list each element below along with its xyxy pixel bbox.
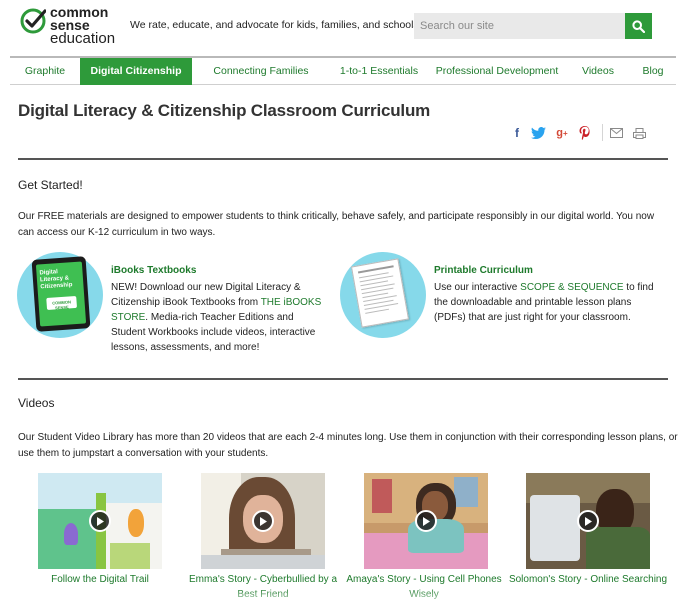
video-thumbnail-solomon[interactable] <box>526 473 650 569</box>
video-thumbnail-digital-trail[interactable] <box>38 473 162 569</box>
videos-intro: Our Student Video Library has more than … <box>18 432 678 459</box>
play-icon <box>252 510 274 532</box>
common-sense-logo[interactable]: common sense education <box>20 5 120 50</box>
logo-line-3: education <box>50 30 116 47</box>
play-icon <box>89 510 111 532</box>
tablet-title: Digital Literacy & Citizenship <box>39 269 73 291</box>
nav-item-videos[interactable]: Videos <box>566 58 630 85</box>
get-started-heading: Get Started! <box>18 178 83 192</box>
twitter-icon[interactable] <box>530 126 546 140</box>
ibooks-description: NEW! Download our new Digital Literacy &… <box>111 280 326 355</box>
page-title: Digital Literacy & Citizenship Classroom… <box>18 101 431 120</box>
divider-top <box>18 158 668 160</box>
divider-middle <box>18 378 668 380</box>
printable-description: Use our interactive SCOPE & SEQUENCE to … <box>434 280 654 325</box>
videos-heading: Videos <box>18 396 55 410</box>
tablet-image: Digital Literacy & Citizenship COMMON SE… <box>31 256 91 332</box>
play-icon <box>577 510 599 532</box>
nav-item-digital-citizenship[interactable]: Digital Citizenship <box>80 58 192 85</box>
google-plus-icon[interactable]: g + <box>553 126 571 140</box>
ibooks-illustration[interactable]: Digital Literacy & Citizenship COMMON SE… <box>17 252 103 338</box>
video-thumbnail-amaya[interactable] <box>364 473 488 569</box>
printable-illustration[interactable] <box>340 252 426 338</box>
video-caption-emma[interactable]: Emma's Story - Cyberbullied by a Best Fr… <box>178 572 348 602</box>
play-icon <box>415 510 437 532</box>
facebook-icon[interactable]: f <box>511 126 523 140</box>
get-started-intro: Our FREE materials are designed to empow… <box>18 211 655 238</box>
main-nav: Graphite Digital Citizenship Connecting … <box>10 56 676 85</box>
search-icon <box>632 19 645 33</box>
video-caption-solomon[interactable]: Solomon's Story - Online Searching <box>503 572 673 587</box>
search-input[interactable] <box>414 13 625 39</box>
ibooks-title[interactable]: iBooks Textbooks <box>111 265 196 276</box>
video-caption-digital-trail[interactable]: Follow the Digital Trail <box>15 572 185 587</box>
nav-item-connecting-families[interactable]: Connecting Families <box>192 58 330 85</box>
nav-item-blog[interactable]: Blog <box>630 58 676 85</box>
logo-wordmark: common sense education <box>50 5 116 47</box>
share-divider <box>602 124 603 141</box>
email-icon[interactable] <box>609 126 624 140</box>
site-header: common sense education We rate, educate,… <box>0 0 687 56</box>
nav-item-professional-development[interactable]: Professional Development <box>428 58 566 85</box>
video-thumbnail-emma[interactable] <box>201 473 325 569</box>
document-image <box>350 258 410 328</box>
print-icon[interactable] <box>632 126 647 140</box>
nav-item-graphite[interactable]: Graphite <box>10 58 80 85</box>
scope-sequence-link[interactable]: SCOPE & SEQUENCE <box>520 282 623 293</box>
search-button[interactable] <box>625 13 652 39</box>
tablet-logo: COMMON SENSE <box>52 299 72 311</box>
video-caption-amaya[interactable]: Amaya's Story - Using Cell Phones Wisely <box>341 572 507 602</box>
printable-title[interactable]: Printable Curriculum <box>434 265 533 276</box>
printable-text-1: Use our interactive <box>434 282 521 293</box>
checkmark-logo-icon <box>20 8 46 34</box>
pinterest-icon[interactable] <box>577 126 591 140</box>
tagline: We rate, educate, and advocate for kids,… <box>130 19 419 31</box>
nav-item-1-to-1-essentials[interactable]: 1-to-1 Essentials <box>330 58 428 85</box>
